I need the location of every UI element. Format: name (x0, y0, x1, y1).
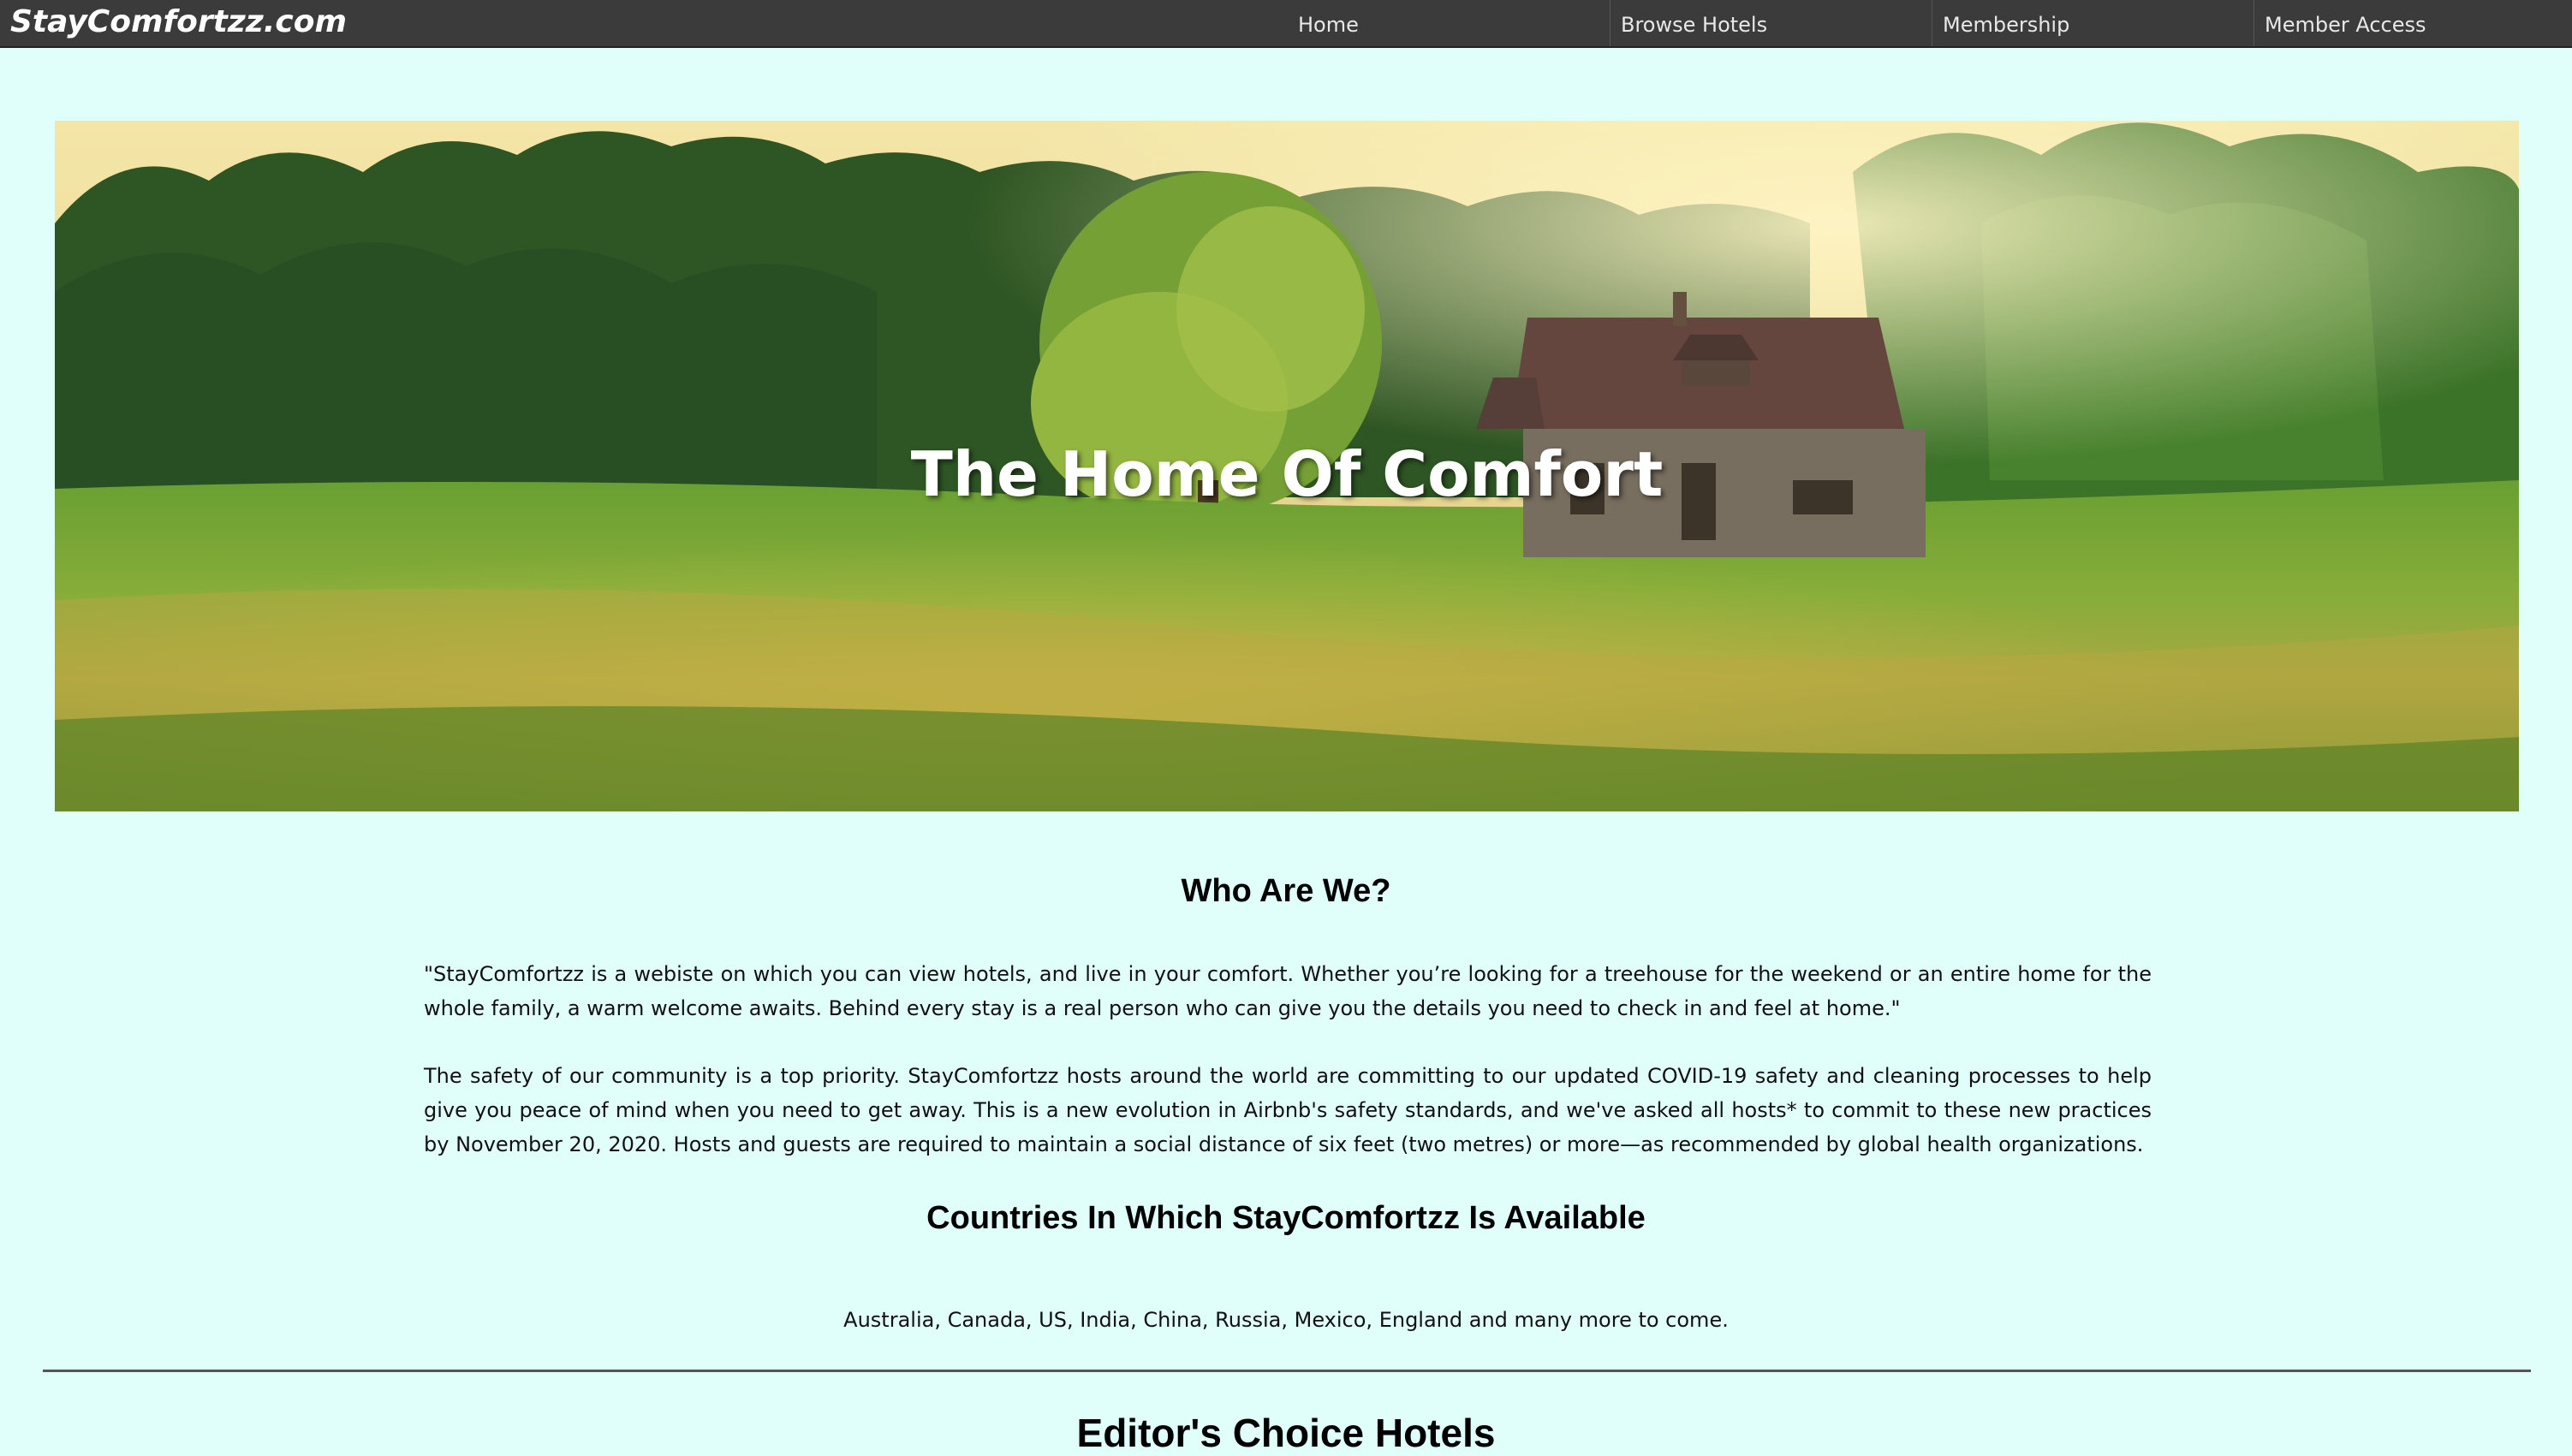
nav-member-access[interactable]: Member Access (2253, 0, 2572, 46)
nav-browse-hotels[interactable]: Browse Hotels (1610, 0, 1932, 46)
site-logo[interactable]: StayComfortzz.com (10, 0, 347, 46)
countries-list: Australia, Canada, US, India, China, Rus… (843, 1308, 1729, 1332)
top-navbar: StayComfortzz.com Home Browse Hotels Mem… (0, 0, 2572, 48)
about-paragraph-1: "StayComfortzz is a webiste on which you… (424, 962, 2152, 1020)
editors-choice-heading: Editor's Choice Hotels (1076, 1411, 1496, 1455)
nav-membership[interactable]: Membership (1932, 0, 2253, 46)
nav-home[interactable]: Home (1288, 0, 1610, 46)
hero-banner: The Home Of Comfort (55, 121, 2519, 811)
about-paragraph-2: The safety of our community is a top pri… (424, 1064, 2152, 1156)
countries-heading: Countries In Which StayComfortzz Is Avai… (926, 1200, 1646, 1236)
section-divider (43, 1370, 2531, 1372)
hero-title: The Home Of Comfort (910, 437, 1664, 510)
about-heading: Who Are We? (1181, 873, 1391, 909)
